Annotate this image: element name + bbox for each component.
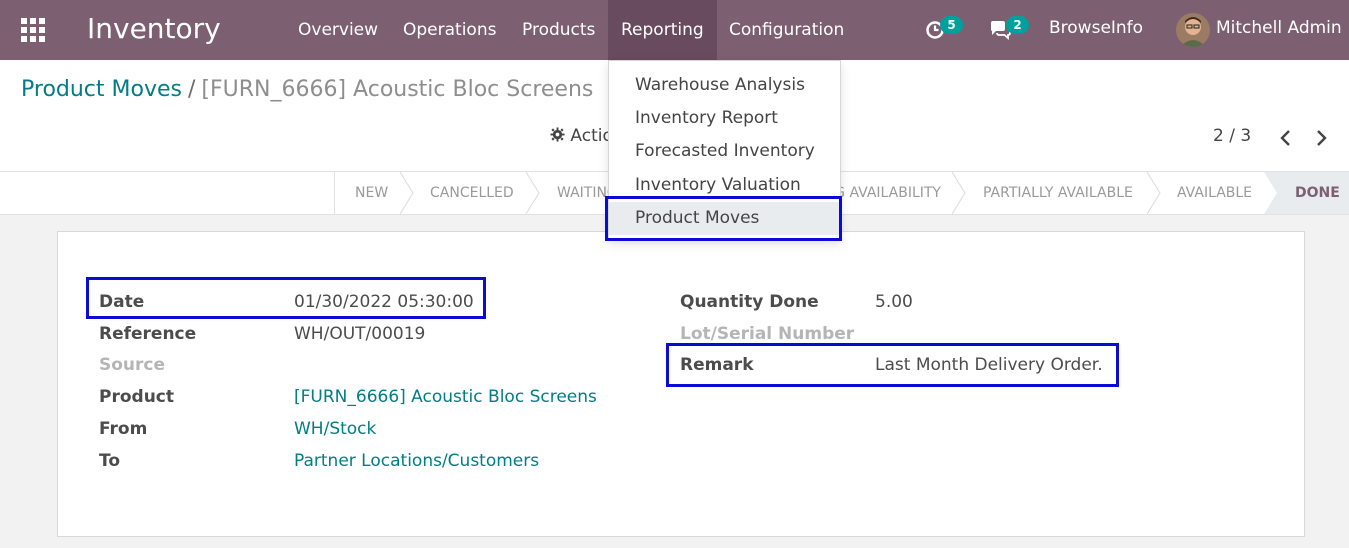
activity-badge: 5	[940, 16, 963, 34]
breadcrumb-separator: /	[187, 77, 196, 102]
gear-icon	[550, 127, 565, 142]
status-chevron	[400, 172, 414, 214]
from-label: From	[99, 419, 148, 439]
messages-badge: 2	[1006, 16, 1029, 34]
quantity-done-value[interactable]: 5.00	[875, 292, 913, 312]
user-avatar[interactable]	[1176, 13, 1210, 47]
menu-reporting[interactable]: Reporting	[608, 0, 717, 60]
quantity-done-label: Quantity Done	[680, 292, 819, 312]
to-label: To	[99, 451, 121, 471]
user-menu[interactable]: Mitchell Admin	[1216, 18, 1342, 38]
reference-label: Reference	[99, 324, 197, 344]
status-cancelled[interactable]: CANCELLED	[430, 172, 514, 214]
status-new[interactable]: NEW	[355, 172, 388, 214]
status-partially-available[interactable]: PARTIALLY AVAILABLE	[983, 172, 1133, 214]
status-bar-divider	[334, 172, 335, 214]
from-location-link[interactable]: WH/Stock	[294, 419, 376, 439]
company-switcher[interactable]: BrowseInfo	[1049, 18, 1143, 38]
status-chevron	[526, 172, 540, 214]
pager-next-icon[interactable]	[1314, 128, 1334, 148]
app-title[interactable]: Inventory	[87, 12, 221, 45]
status-chevron	[952, 172, 966, 214]
product-label: Product	[99, 387, 174, 407]
status-available[interactable]: AVAILABLE	[1177, 172, 1252, 214]
status-waiting-another-move[interactable]: WAITING ANOTHER MOVE	[557, 172, 609, 214]
lot-serial-label: Lot/Serial Number	[680, 324, 855, 344]
product-moves-highlight-box	[605, 196, 842, 241]
remark-highlight-box	[666, 343, 1119, 387]
product-link[interactable]: [FURN_6666] Acoustic Bloc Screens	[294, 387, 597, 407]
menu-overview[interactable]: Overview	[285, 0, 391, 60]
breadcrumb: Product Moves / [FURN_6666] Acoustic Bloc …	[21, 77, 593, 102]
menu-products[interactable]: Products	[509, 0, 608, 60]
to-location-link[interactable]: Partner Locations/Customers	[294, 451, 539, 471]
menu-item-warehouse-analysis[interactable]: Warehouse Analysis	[609, 69, 840, 102]
date-highlight-box	[86, 277, 486, 319]
status-chevron	[1264, 172, 1277, 214]
app-grid-icon[interactable]	[21, 18, 45, 42]
pager-value[interactable]: 2 / 3	[1213, 126, 1251, 146]
status-waiting-availability[interactable]: WAITING AVAILABILITY	[841, 172, 941, 214]
breadcrumb-parent-link[interactable]: Product Moves	[21, 77, 182, 102]
pager-previous-icon[interactable]	[1278, 128, 1298, 148]
source-label: Source	[99, 355, 166, 375]
status-chevron	[1147, 172, 1161, 214]
menu-operations[interactable]: Operations	[390, 0, 509, 60]
menu-item-inventory-report[interactable]: Inventory Report	[609, 102, 840, 135]
top-navbar: Inventory Overview Operations Products R…	[0, 0, 1349, 60]
breadcrumb-current: [FURN_6666] Acoustic Bloc Screens	[201, 77, 594, 102]
menu-item-forecasted-inventory[interactable]: Forecasted Inventory	[609, 135, 840, 168]
menu-configuration[interactable]: Configuration	[716, 0, 857, 60]
reference-value[interactable]: WH/OUT/00019	[294, 324, 425, 344]
